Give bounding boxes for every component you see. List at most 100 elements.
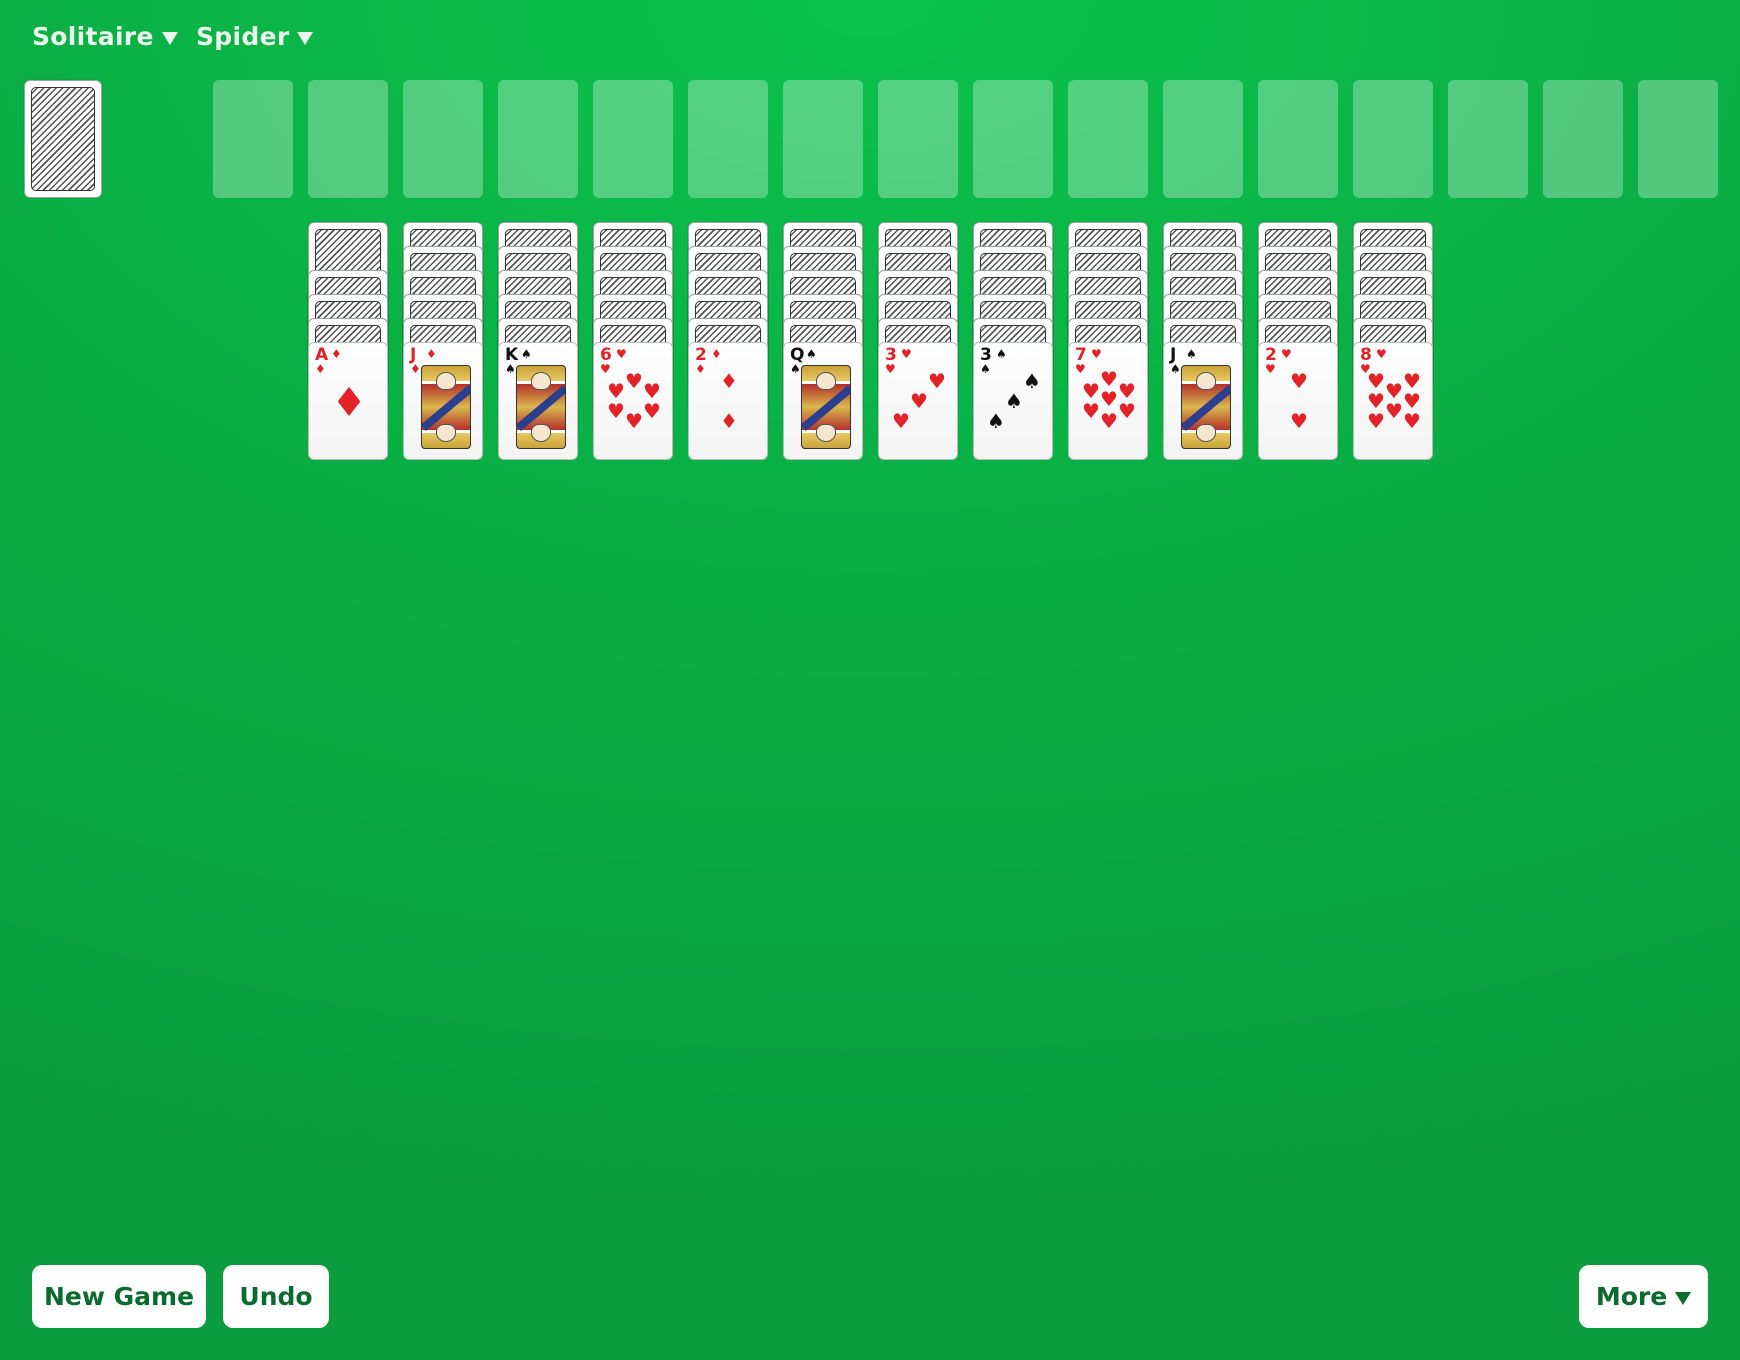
suit-icon: ♦	[426, 347, 437, 361]
face-up-card[interactable]: J ♦ ♦	[403, 342, 483, 460]
suit-pip-icon: ♥	[1403, 409, 1421, 433]
face-up-card[interactable]: A ♦ ♦ ♦	[308, 342, 388, 460]
suit-pip-icon: ♦	[331, 380, 367, 426]
suit-pip-icon: ♥	[1403, 369, 1421, 393]
suit-pip-icon: ♥	[1100, 409, 1118, 433]
suit-icon: ♥	[901, 347, 912, 361]
suit-icon: ♥	[1091, 347, 1102, 361]
face-up-card[interactable]: 3 ♥ ♥ ♥ ♥ ♥	[878, 342, 958, 460]
foundation-slot[interactable]	[1258, 80, 1338, 198]
suit-pip-icon: ♥	[1118, 379, 1136, 403]
face-up-card[interactable]: 8 ♥ ♥ ♥ ♥ ♥ ♥ ♥ ♥ ♥ ♥	[1353, 342, 1433, 460]
suit-icon: ♥	[885, 362, 896, 376]
suit-icon: ♠	[1170, 362, 1181, 376]
suit-icon: ♠	[996, 347, 1007, 361]
court-card-artwork	[516, 365, 566, 449]
suit-pip-icon: ♥	[1385, 379, 1403, 403]
foundation-slot[interactable]	[1448, 80, 1528, 198]
caret-down-icon	[297, 32, 314, 45]
suit-icon: ♦	[410, 362, 421, 376]
suit-icon: ♦	[331, 347, 342, 361]
suit-pip-icon: ♥	[625, 369, 643, 393]
suit-icon: ♥	[1376, 347, 1387, 361]
foundation-slot[interactable]	[783, 80, 863, 198]
suit-pip-icon: ♥	[910, 389, 928, 413]
suit-icon: ♦	[695, 362, 706, 376]
suit-pip-icon: ♥	[1082, 379, 1100, 403]
more-button[interactable]: More	[1579, 1265, 1708, 1328]
court-card-artwork	[421, 365, 471, 449]
suit-pip-icon: ♥	[1290, 369, 1308, 393]
face-up-card[interactable]: 2 ♦ ♦ ♦ ♦	[688, 342, 768, 460]
foundation-slot[interactable]	[1068, 80, 1148, 198]
suit-pip-icon: ♥	[928, 369, 946, 393]
caret-down-icon	[161, 32, 178, 45]
foundation-slot[interactable]	[973, 80, 1053, 198]
suit-pip-icon: ♥	[1385, 399, 1403, 423]
suit-icon: ♠	[806, 347, 817, 361]
suit-icon: ♥	[1281, 347, 1292, 361]
suit-icon: ♥	[616, 347, 627, 361]
face-up-card[interactable]: K ♠ ♠	[498, 342, 578, 460]
more-button-label: More	[1595, 1282, 1668, 1311]
foundation-slot[interactable]	[213, 80, 293, 198]
suit-pip-icon: ♥	[892, 409, 910, 433]
foundation-slot[interactable]	[593, 80, 673, 198]
suit-pip-icon: ♠	[1005, 389, 1023, 413]
suit-pip-icon: ♥	[1100, 367, 1118, 391]
foundation-slot[interactable]	[1163, 80, 1243, 198]
suit-pip-icon: ♦	[720, 409, 738, 433]
face-up-card[interactable]: 6 ♥ ♥ ♥ ♥ ♥ ♥ ♥ ♥	[593, 342, 673, 460]
foundation-slot[interactable]	[1638, 80, 1718, 198]
suit-pip-icon: ♥	[607, 379, 625, 403]
suit-pip-icon: ♥	[625, 409, 643, 433]
suit-pip-icon: ♠	[1023, 369, 1041, 393]
suit-icon: ♠	[505, 362, 516, 376]
face-up-card[interactable]: 7 ♥ ♥ ♥ ♥ ♥ ♥ ♥ ♥ ♥	[1068, 342, 1148, 460]
undo-button[interactable]: Undo	[223, 1265, 329, 1328]
suit-icon: ♠	[790, 362, 801, 376]
suit-pip-icon: ♠	[987, 409, 1005, 433]
suit-pip-icon: ♥	[643, 379, 661, 403]
suit-pip-icon: ♥	[1118, 399, 1136, 423]
suit-icon: ♦	[315, 362, 326, 376]
foundation-slot[interactable]	[878, 80, 958, 198]
foundation-slot[interactable]	[308, 80, 388, 198]
suit-pip-icon: ♥	[1403, 389, 1421, 413]
new-game-button[interactable]: New Game	[32, 1265, 206, 1328]
court-card-artwork	[801, 365, 851, 449]
foundation-slot[interactable]	[403, 80, 483, 198]
caret-down-icon	[1675, 1291, 1692, 1305]
suit-pip-icon: ♥	[607, 399, 625, 423]
face-up-card[interactable]: 2 ♥ ♥ ♥ ♥	[1258, 342, 1338, 460]
suit-pip-icon: ♥	[1367, 369, 1385, 393]
face-up-card[interactable]: Q ♠ ♠	[783, 342, 863, 460]
suit-icon: ♠	[521, 347, 532, 361]
suit-icon: ♥	[1075, 362, 1086, 376]
solitaire-menu-label: Solitaire	[32, 22, 154, 51]
foundation-slot[interactable]	[498, 80, 578, 198]
suit-pip-icon: ♥	[1290, 409, 1308, 433]
suit-pip-icon: ♥	[1100, 387, 1118, 411]
suit-pip-icon: ♥	[1082, 399, 1100, 423]
stock-pile[interactable]	[24, 80, 102, 198]
suit-pip-icon: ♥	[1367, 389, 1385, 413]
solitaire-menu[interactable]: Solitaire	[32, 22, 178, 51]
card-back-icon	[31, 87, 95, 191]
suit-pip-icon: ♥	[643, 399, 661, 423]
suit-icon: ♠	[980, 362, 991, 376]
court-card-artwork	[1181, 365, 1231, 449]
suit-pip-icon: ♥	[1367, 409, 1385, 433]
face-up-card[interactable]: J ♠ ♠	[1163, 342, 1243, 460]
suit-icon: ♠	[1186, 347, 1197, 361]
foundation-slot[interactable]	[1353, 80, 1433, 198]
suit-icon: ♥	[1265, 362, 1276, 376]
spider-menu-label: Spider	[196, 22, 290, 51]
foundation-slot[interactable]	[1543, 80, 1623, 198]
suit-icon: ♦	[711, 347, 722, 361]
face-up-card[interactable]: 3 ♠ ♠ ♠ ♠ ♠	[973, 342, 1053, 460]
suit-icon: ♥	[600, 362, 611, 376]
spider-variant-menu[interactable]: Spider	[196, 22, 314, 51]
suit-pip-icon: ♦	[720, 369, 738, 393]
foundation-slot[interactable]	[688, 80, 768, 198]
